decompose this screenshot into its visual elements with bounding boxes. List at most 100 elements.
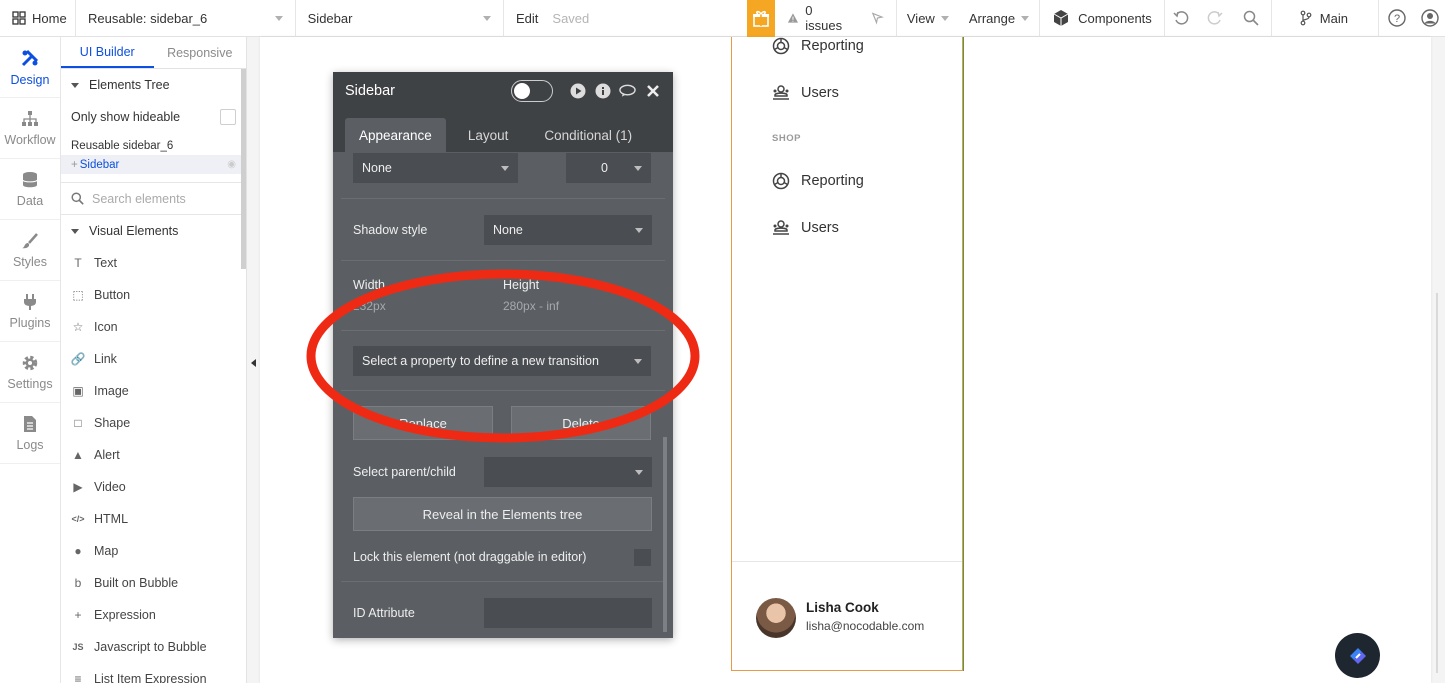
chevron-down-icon	[634, 165, 642, 171]
document-icon	[24, 415, 36, 432]
components-label: Components	[1078, 10, 1152, 26]
property-editor-header[interactable]: Sidebar	[333, 72, 673, 110]
search-button[interactable]	[1231, 0, 1272, 37]
visual-element-item[interactable]: ● Map	[61, 535, 246, 567]
parent-child-dropdown[interactable]	[484, 457, 652, 487]
sidebar-preview[interactable]: Reporting Users SHOP Reporting Users Lis…	[731, 37, 964, 671]
visual-element-item[interactable]: + Expression	[61, 599, 246, 631]
visual-element-item[interactable]: </> HTML	[61, 503, 246, 535]
visual-element-label: Icon	[94, 320, 118, 334]
tree-item-root[interactable]: Reusable sidebar_6	[61, 136, 246, 155]
user-profile[interactable]: Lisha Cook lisha@nocodable.com	[732, 561, 962, 671]
tab-layout[interactable]: Layout	[450, 118, 527, 152]
elements-tree-header[interactable]: Elements Tree	[61, 69, 246, 101]
nav-data[interactable]: Data	[0, 159, 60, 220]
tab-conditional[interactable]: Conditional (1)	[530, 118, 646, 152]
shadow-style-dropdown[interactable]: None	[484, 215, 652, 245]
nav-settings[interactable]: Settings	[0, 342, 60, 403]
close-icon[interactable]	[644, 83, 661, 100]
border-style-dropdown[interactable]: None	[353, 153, 518, 183]
redo-button[interactable]	[1198, 0, 1231, 37]
search-elements-field[interactable]: Search elements	[61, 182, 246, 215]
components-button[interactable]: Components	[1040, 0, 1165, 37]
view-menu[interactable]: View	[897, 0, 959, 37]
play-icon[interactable]	[569, 83, 586, 100]
alert-icon: ▲	[72, 448, 84, 462]
visual-element-item[interactable]: ▶ Video	[61, 471, 246, 503]
tree-item-sidebar[interactable]: + Sidebar ◉	[61, 155, 246, 174]
visual-element-item[interactable]: ☆ Icon	[61, 311, 246, 343]
reporting-icon	[772, 37, 790, 55]
visual-element-item[interactable]: 🔗 Link	[61, 343, 246, 375]
comment-icon[interactable]	[619, 83, 636, 100]
replace-button[interactable]: Replace	[353, 406, 493, 440]
issues-button[interactable]: 0 issues	[775, 0, 897, 37]
nav-item-users[interactable]: Users	[772, 84, 839, 102]
nav-workflow[interactable]: Workflow	[0, 98, 60, 159]
assistant-button[interactable]	[1335, 633, 1380, 678]
nav-design[interactable]: Design	[0, 37, 60, 98]
nav-item-reporting[interactable]: Reporting	[772, 172, 864, 190]
grid-icon	[12, 11, 26, 25]
page-selector[interactable]: Reusable: sidebar_6	[76, 0, 296, 37]
visual-element-item[interactable]: ▣ Image	[61, 375, 246, 407]
nav-item-label: Users	[801, 85, 839, 101]
width-value: 232px	[353, 299, 386, 313]
arrange-menu[interactable]: Arrange	[959, 0, 1041, 37]
only-hideable-label: Only show hideable	[71, 110, 181, 124]
nav-styles[interactable]: Styles	[0, 220, 60, 281]
svg-text:?: ?	[1394, 13, 1400, 25]
help-button[interactable]: ?	[1379, 0, 1415, 37]
border-width-dropdown[interactable]: 0	[566, 153, 651, 183]
visual-element-item[interactable]: JS Javascript to Bubble	[61, 631, 246, 663]
avatar	[756, 598, 796, 638]
home-label: Home	[32, 10, 67, 26]
gift-icon	[753, 10, 770, 27]
transition-dropdown[interactable]: Select a property to define a new transi…	[353, 346, 651, 376]
reveal-in-tree-button[interactable]: Reveal in the Elements tree	[353, 497, 652, 531]
nav-logs[interactable]: Logs	[0, 403, 60, 464]
search-icon	[1243, 10, 1259, 26]
chevron-down-icon	[635, 227, 643, 233]
shadow-style-label: Shadow style	[353, 223, 428, 237]
visual-element-label: Image	[94, 384, 129, 398]
visual-element-item[interactable]: b Built on Bubble	[61, 567, 246, 599]
canvas-scrollbar[interactable]	[1436, 293, 1438, 673]
visual-element-item[interactable]: ≡ List Item Expression	[61, 663, 246, 683]
collapse-panel-icon[interactable]	[251, 359, 256, 367]
button-icon: ⬚	[72, 288, 84, 302]
id-attribute-input[interactable]	[484, 598, 652, 628]
nav-item-reporting[interactable]: Reporting	[772, 37, 864, 55]
link-icon: 🔗	[70, 352, 86, 366]
divider	[341, 330, 665, 331]
cursor-icon[interactable]	[871, 11, 884, 25]
gift-button[interactable]	[747, 0, 776, 37]
lock-element-checkbox[interactable]	[634, 549, 651, 566]
panel-scrollbar[interactable]	[241, 69, 246, 269]
tab-responsive[interactable]: Responsive	[154, 37, 247, 68]
account-button[interactable]	[1415, 0, 1445, 37]
info-icon[interactable]	[594, 83, 611, 100]
property-scrollbar[interactable]	[663, 437, 667, 632]
visual-element-item[interactable]: ▲ Alert	[61, 439, 246, 471]
edit-button[interactable]: Edit	[516, 11, 538, 26]
visual-element-item[interactable]: ⬚ Button	[61, 279, 246, 311]
tab-ui-builder[interactable]: UI Builder	[61, 37, 154, 68]
eye-icon[interactable]: ◉	[227, 159, 236, 170]
visual-element-item[interactable]: T Text	[61, 247, 246, 279]
nav-plugins[interactable]: Plugins	[0, 281, 60, 342]
branch-selector[interactable]: Main	[1272, 0, 1379, 37]
tab-appearance[interactable]: Appearance	[345, 118, 446, 152]
property-editor[interactable]: Sidebar Appearance Layout Conditional (1…	[333, 72, 673, 638]
visual-elements-header[interactable]: Visual Elements	[61, 215, 246, 247]
tree-item-label: Sidebar	[79, 158, 120, 171]
nav-item-users[interactable]: Users	[772, 219, 839, 237]
element-selector[interactable]: Sidebar	[296, 0, 504, 37]
visibility-toggle[interactable]	[511, 80, 553, 102]
users-icon	[773, 85, 789, 100]
visual-element-item[interactable]: □ Shape	[61, 407, 246, 439]
home-button[interactable]: Home	[0, 0, 76, 37]
only-hideable-checkbox[interactable]	[220, 109, 236, 125]
delete-button[interactable]: Delete	[511, 406, 651, 440]
undo-button[interactable]	[1165, 0, 1198, 37]
